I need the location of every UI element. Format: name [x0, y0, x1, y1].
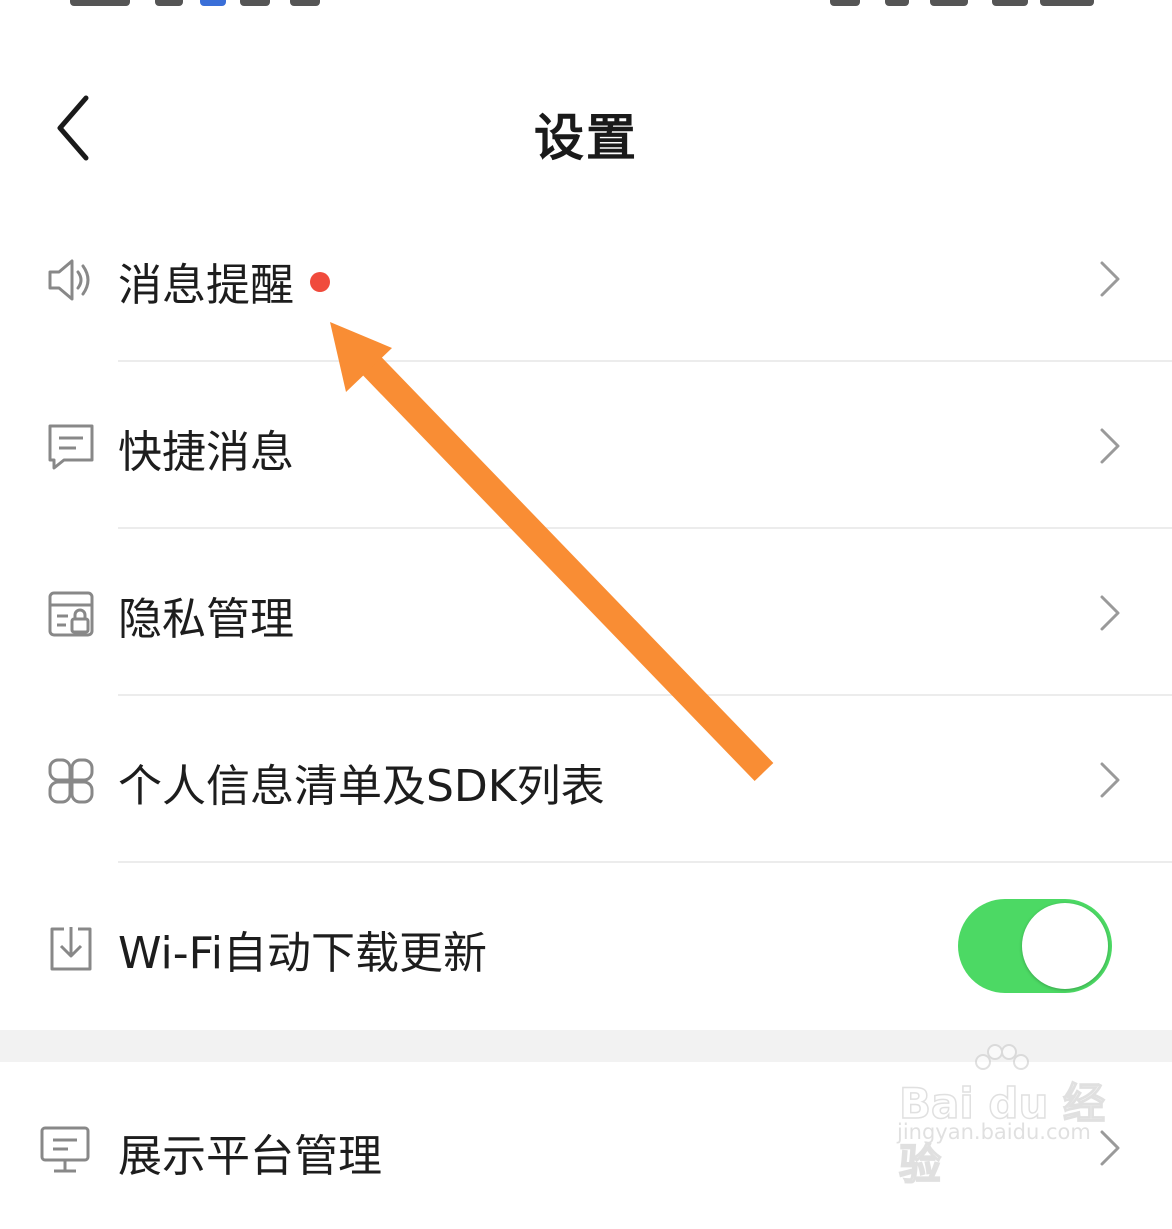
grid-icon: [48, 758, 94, 804]
wifi-auto-update-toggle[interactable]: [958, 899, 1112, 993]
unread-badge: [310, 272, 330, 292]
chevron-right-icon: [1100, 762, 1120, 798]
chevron-right-icon: [1100, 261, 1120, 297]
download-icon: [50, 927, 92, 971]
chevron-right-icon: [1100, 595, 1120, 631]
list-item-quick-message[interactable]: 快捷消息: [0, 362, 1172, 529]
list-item-label: 个人信息清单及SDK列表: [118, 761, 605, 812]
header: 设置: [0, 60, 1172, 200]
list-item-message-reminder[interactable]: 消息提醒: [0, 195, 1172, 362]
status-app-icon-2: [240, 0, 270, 6]
page-title: 设置: [534, 109, 638, 167]
list-item-label: 消息提醒: [118, 249, 330, 313]
monitor-icon: [40, 1126, 90, 1173]
battery-icon: [1040, 0, 1094, 6]
status-notification-icon: [155, 0, 183, 6]
list-item-label: 展示平台管理: [118, 1131, 382, 1182]
message-icon: [48, 424, 94, 470]
speaker-icon: [48, 259, 90, 301]
signal-icon: [930, 0, 968, 6]
status-bar: [0, 0, 1172, 10]
list-item-label: 隐私管理: [118, 594, 294, 645]
list-item-privacy[interactable]: 隐私管理: [0, 529, 1172, 696]
alarm-icon: [830, 0, 860, 6]
settings-list: 消息提醒 快捷消息 隐私管理 个人信息清单及SDK列表 Wi-Fi自动下载更新: [0, 195, 1172, 1030]
status-app-icon-3: [290, 0, 320, 6]
list-item-label: Wi-Fi自动下载更新: [118, 928, 487, 979]
signal-icon-2: [992, 0, 1028, 6]
status-app-icon: [200, 0, 226, 6]
watermark-url: jingyan.baidu.com: [897, 1120, 1091, 1144]
privacy-icon: [48, 591, 94, 637]
list-item-personal-info-sdk[interactable]: 个人信息清单及SDK列表: [0, 696, 1172, 863]
bluetooth-icon: [885, 0, 909, 6]
list-item-wifi-auto-update: Wi-Fi自动下载更新: [0, 863, 1172, 1030]
watermark: Bai du 经验 jingyan.baidu.com: [895, 1040, 1125, 1190]
chevron-right-icon: [1100, 428, 1120, 464]
list-item-label: 快捷消息: [118, 427, 294, 478]
status-time: [70, 0, 130, 6]
toggle-knob: [1022, 903, 1108, 989]
